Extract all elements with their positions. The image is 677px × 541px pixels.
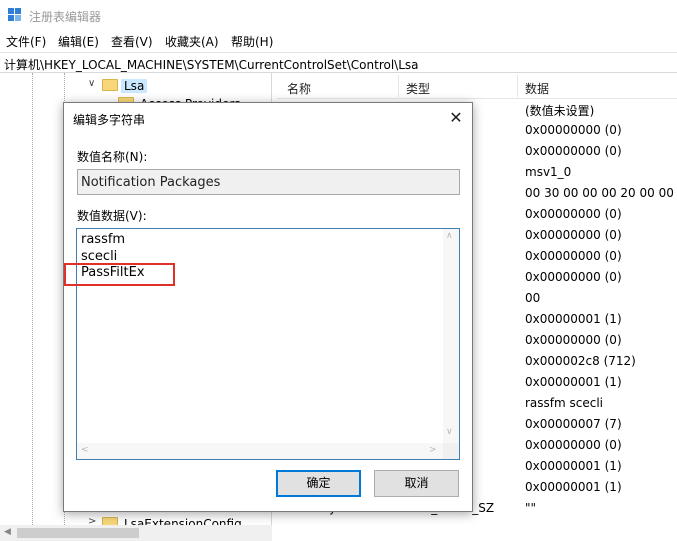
menu-bar: 文件(F) 编辑(E) 查看(V) 收藏夹(A) 帮助(H): [0, 31, 677, 51]
cell-data: 0x00000001 (1): [525, 459, 622, 473]
scroll-left-icon[interactable]: ◀: [4, 527, 11, 537]
cell-data: 0x00000000 (0): [525, 333, 622, 347]
column-type[interactable]: 类型: [406, 80, 430, 97]
dialog-title: 编辑多字符串: [73, 113, 146, 127]
column-data[interactable]: 数据: [525, 80, 549, 97]
list-header: 名称 类型 数据: [277, 73, 677, 99]
cell-data: 0x00000000 (0): [525, 207, 622, 221]
cell-data: 0x000002c8 (712): [525, 354, 636, 368]
address-bar[interactable]: 计算机\HKEY_LOCAL_MACHINE\SYSTEM\CurrentCon…: [0, 52, 677, 73]
cell-data: 00 30 00 00 00 20 00 00: [525, 186, 674, 200]
data-line: rassfm: [81, 232, 126, 247]
cancel-button[interactable]: 取消: [374, 470, 459, 497]
cell-data: 0x00000001 (1): [525, 312, 622, 326]
menu-view[interactable]: 查看(V): [111, 33, 153, 50]
tree-horizontal-scrollbar[interactable]: ◀: [0, 525, 272, 541]
cell-data: 00: [525, 291, 541, 305]
chevron-down-icon[interactable]: ∨: [88, 78, 95, 89]
cell-data: msv1_0: [525, 165, 572, 179]
chevron-down-icon[interactable]: ∨: [446, 427, 453, 437]
folder-icon: [102, 79, 118, 91]
window-title: 注册表编辑器: [29, 10, 102, 24]
column-name[interactable]: 名称: [287, 80, 311, 97]
ok-button[interactable]: 确定: [276, 470, 361, 497]
chevron-right-icon[interactable]: >: [429, 445, 437, 455]
cell-data: 0x00000007 (7): [525, 417, 622, 431]
scrollbar-corner: [443, 443, 459, 459]
menu-favorites[interactable]: 收藏夹(A): [165, 33, 219, 50]
cell-data: 0x00000000 (0): [525, 249, 622, 263]
cell-data: (数值未设置): [525, 104, 595, 118]
cell-data: 0x00000000 (0): [525, 123, 622, 137]
cell-data: 0x00000000 (0): [525, 270, 622, 284]
value-name-field: Notification Packages: [77, 169, 460, 195]
textarea-horizontal-scrollbar[interactable]: < >: [77, 443, 443, 459]
value-name-label: 数值名称(N):: [77, 150, 148, 164]
title-bar: 注册表编辑器: [0, 0, 677, 31]
cell-data: 0x00000000 (0): [525, 144, 622, 158]
cell-data: "": [525, 501, 537, 515]
highlight-annotation-box: [64, 263, 175, 286]
cell-data: rassfm scecli: [525, 396, 604, 410]
cell-data: 0x00000001 (1): [525, 375, 622, 389]
cell-data: 0x00000000 (0): [525, 228, 622, 242]
edit-multi-string-dialog: 编辑多字符串 ✕ 数值名称(N): Notification Packages …: [63, 102, 473, 512]
regedit-icon: [8, 8, 22, 22]
chevron-up-icon[interactable]: ∧: [446, 231, 453, 241]
value-data-label: 数值数据(V):: [77, 209, 147, 223]
tree-item-lsa[interactable]: ∨ Lsa: [88, 77, 268, 95]
scroll-thumb[interactable]: [17, 528, 139, 538]
textarea-vertical-scrollbar[interactable]: ∧ ∨: [443, 229, 459, 443]
menu-file[interactable]: 文件(F): [6, 33, 46, 50]
cell-data: 0x00000001 (1): [525, 480, 622, 494]
chevron-left-icon[interactable]: <: [81, 445, 89, 455]
cell-data: 0x00000000 (0): [525, 438, 622, 452]
close-icon[interactable]: ✕: [442, 105, 470, 131]
menu-help[interactable]: 帮助(H): [231, 33, 273, 50]
menu-edit[interactable]: 编辑(E): [58, 33, 99, 50]
